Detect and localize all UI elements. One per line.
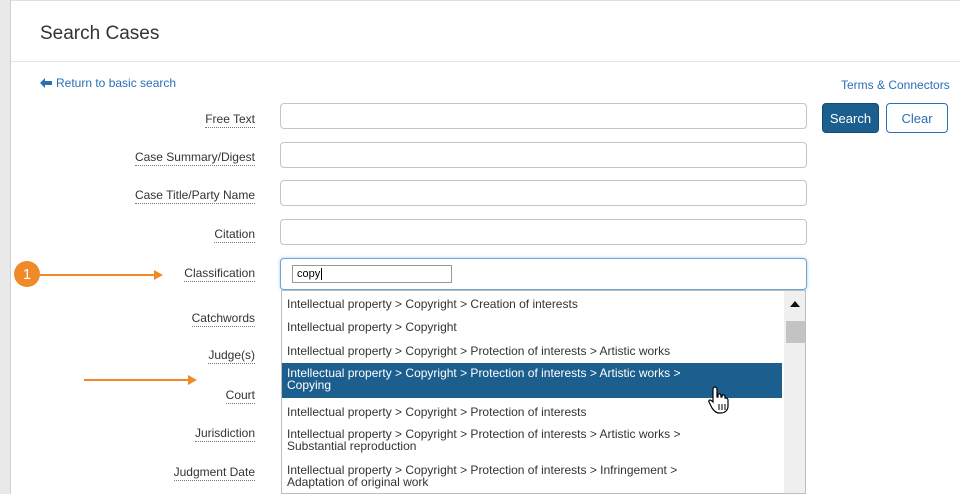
dropdown-option[interactable]: Intellectual property > Copyright > Prot… — [282, 426, 782, 456]
free-text-input[interactable] — [280, 103, 807, 129]
dropdown-option[interactable]: Intellectual property > Copyright > Prot… — [282, 462, 782, 492]
terms-connectors-link[interactable]: Terms & Connectors — [841, 78, 950, 92]
annotation-arrowhead — [188, 375, 197, 385]
scroll-thumb[interactable] — [786, 321, 805, 343]
classification-input-value: copy — [297, 268, 321, 280]
court-label: Court — [225, 388, 255, 404]
dropdown-option[interactable]: Intellectual property > Copyright > Crea… — [282, 294, 782, 314]
catchwords-label: Catchwords — [191, 311, 255, 327]
free-text-label: Free Text — [205, 112, 255, 128]
text-caret — [321, 268, 323, 280]
dropdown-scrollbar[interactable] — [784, 291, 805, 493]
jurisdiction-label: Jurisdiction — [194, 426, 255, 442]
citation-input[interactable] — [280, 219, 807, 245]
scroll-up-icon[interactable] — [790, 301, 800, 307]
annotation-arrow-court — [84, 379, 188, 381]
case-title-input[interactable] — [280, 180, 807, 206]
annotation-marker: 1 — [14, 261, 40, 287]
classification-label: Classification — [184, 266, 255, 282]
case-title-label: Case Title/Party Name — [134, 188, 255, 204]
case-summary-label: Case Summary/Digest — [134, 150, 255, 166]
dropdown-option-selected[interactable]: Intellectual property > Copyright > Prot… — [282, 363, 782, 398]
back-arrow-icon — [40, 78, 52, 88]
clear-button[interactable]: Clear — [886, 103, 948, 133]
return-basic-search-label: Return to basic search — [56, 76, 177, 90]
classification-input[interactable]: copy — [292, 265, 452, 283]
annotation-arrow-classification — [40, 274, 154, 276]
dropdown-option[interactable]: Intellectual property > Copyright > Prot… — [282, 403, 782, 423]
page-title: Search Cases — [40, 23, 160, 44]
classification-field[interactable]: copy — [280, 258, 807, 290]
divider — [11, 61, 960, 62]
judgment-date-label: Judgment Date — [173, 465, 255, 481]
hand-cursor-icon — [708, 386, 729, 414]
dropdown-option[interactable]: Intellectual property > Copyright — [282, 317, 782, 337]
citation-label: Citation — [214, 227, 255, 243]
return-basic-search-link[interactable]: Return to basic search — [40, 76, 176, 90]
case-summary-input[interactable] — [280, 142, 807, 168]
search-panel: Search Cases Return to basic search Term… — [10, 0, 960, 494]
dropdown-option[interactable]: Intellectual property > Copyright > Prot… — [282, 341, 782, 361]
annotation-arrowhead — [154, 270, 163, 280]
judges-label: Judge(s) — [208, 348, 255, 364]
search-button[interactable]: Search — [822, 103, 879, 133]
